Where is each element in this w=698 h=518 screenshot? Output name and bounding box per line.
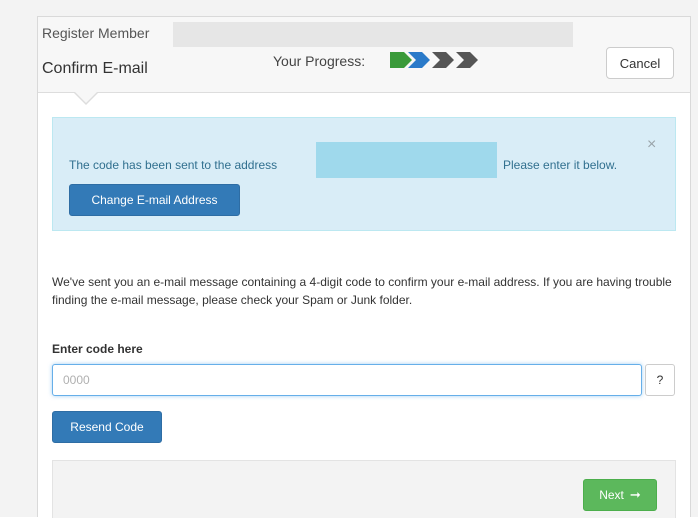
page-background: Register Member Confirm E-mail Your Prog… (0, 0, 698, 518)
cancel-button[interactable]: Cancel (606, 47, 674, 79)
next-button-label: Next (599, 488, 624, 502)
resend-code-button[interactable]: Resend Code (52, 411, 162, 443)
redacted-email-address (316, 142, 497, 178)
close-icon[interactable]: × (647, 136, 656, 154)
panel-footer: Next ➞ (52, 460, 676, 518)
alert-text-after: Please enter it below. (503, 158, 618, 172)
change-email-button[interactable]: Change E-mail Address (69, 184, 240, 216)
register-member-label: Register Member (42, 25, 150, 41)
header-caret (75, 92, 97, 103)
progress-indicator (390, 52, 486, 68)
alert-text-before: The code has been sent to the address (69, 158, 278, 172)
progress-step-1 (390, 52, 412, 68)
info-alert: The code has been sent to the address Pl… (52, 117, 676, 231)
panel-header: Register Member Confirm E-mail Your Prog… (38, 17, 690, 93)
step-title: Confirm E-mail (42, 60, 148, 77)
code-field-label: Enter code here (52, 342, 143, 356)
register-panel: Register Member Confirm E-mail Your Prog… (37, 16, 691, 518)
progress-label: Your Progress: (273, 53, 366, 69)
help-button[interactable]: ? (645, 364, 675, 396)
next-button[interactable]: Next ➞ (583, 479, 657, 511)
progress-step-4 (456, 52, 478, 68)
progress-step-3 (432, 52, 454, 68)
code-input[interactable] (52, 364, 642, 396)
redacted-member-name (173, 22, 573, 47)
progress-chevrons (390, 52, 478, 68)
arrow-right-icon: ➞ (629, 487, 641, 502)
instructions-text: We've sent you an e-mail message contain… (52, 275, 672, 307)
